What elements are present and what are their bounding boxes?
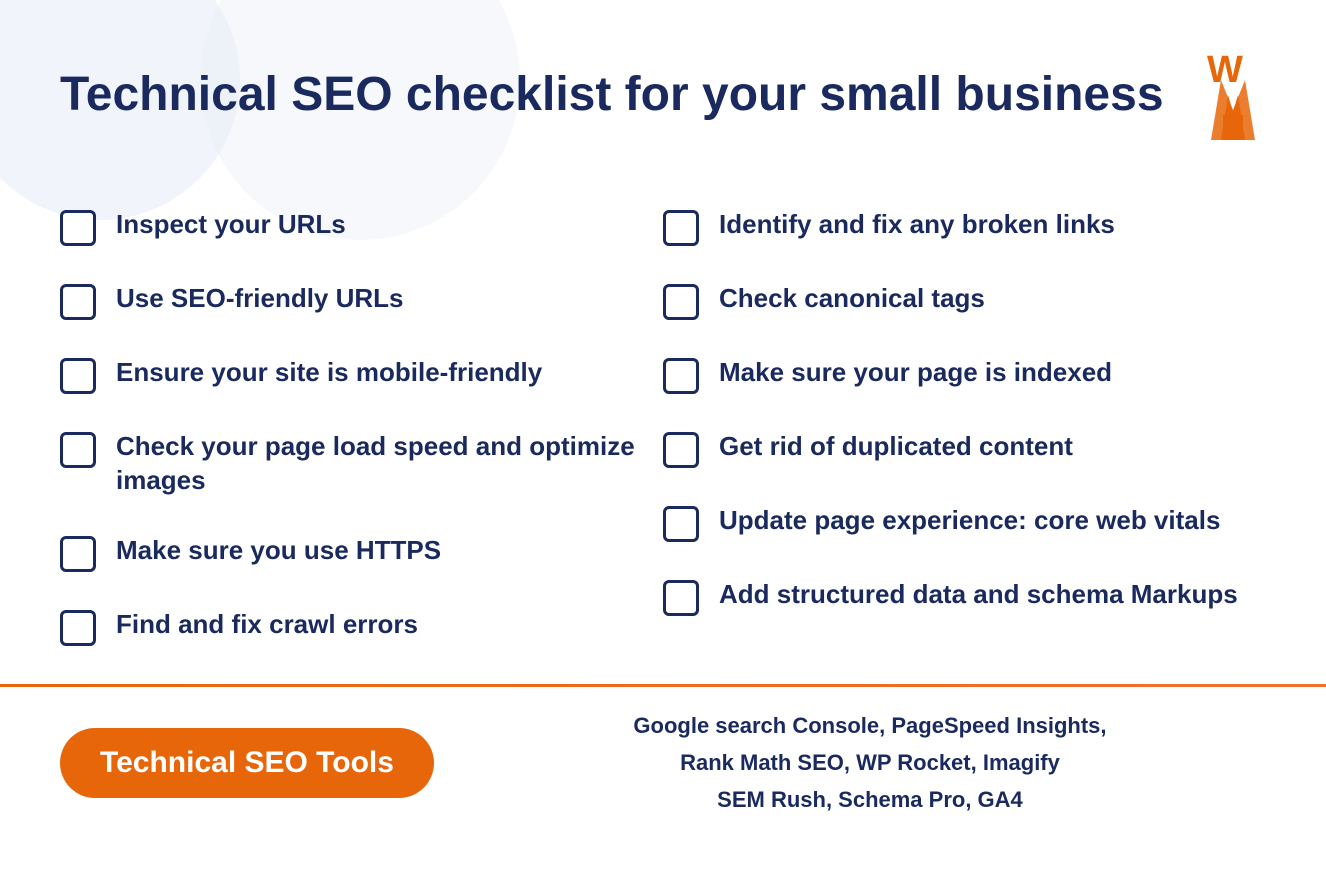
- checkbox-6[interactable]: [60, 610, 96, 646]
- item-text-7: Identify and fix any broken links: [719, 208, 1115, 242]
- list-item: Make sure your page is indexed: [663, 338, 1266, 412]
- list-item: Check your page load speed and optimize …: [60, 412, 663, 516]
- checkbox-4[interactable]: [60, 432, 96, 468]
- list-item: Find and fix crawl errors: [60, 590, 663, 664]
- checkbox-1[interactable]: [60, 210, 96, 246]
- w-logo-icon: W: [1201, 40, 1266, 150]
- checklist-right-column: Identify and fix any broken links Check …: [663, 190, 1266, 664]
- item-text-4: Check your page load speed and optimize …: [116, 430, 663, 498]
- list-item: Inspect your URLs: [60, 190, 663, 264]
- checklist-left-column: Inspect your URLs Use SEO-friendly URLs …: [60, 190, 663, 664]
- list-item: Get rid of duplicated content: [663, 412, 1266, 486]
- footer: Technical SEO Tools Google search Consol…: [0, 687, 1326, 839]
- tools-line-2: Rank Math SEO, WP Rocket, Imagify: [680, 750, 1060, 775]
- item-text-6: Find and fix crawl errors: [116, 608, 418, 642]
- list-item: Ensure your site is mobile-friendly: [60, 338, 663, 412]
- list-item: Add structured data and schema Markups: [663, 560, 1266, 634]
- list-item: Use SEO-friendly URLs: [60, 264, 663, 338]
- item-text-5: Make sure you use HTTPS: [116, 534, 441, 568]
- item-text-9: Make sure your page is indexed: [719, 356, 1112, 390]
- page-title: Technical SEO checklist for your small b…: [60, 66, 1164, 124]
- checkbox-7[interactable]: [663, 210, 699, 246]
- item-text-11: Update page experience: core web vitals: [719, 504, 1220, 538]
- checkbox-2[interactable]: [60, 284, 96, 320]
- checkbox-5[interactable]: [60, 536, 96, 572]
- item-text-8: Check canonical tags: [719, 282, 985, 316]
- item-text-1: Inspect your URLs: [116, 208, 346, 242]
- logo-container: W: [1201, 40, 1266, 150]
- item-text-10: Get rid of duplicated content: [719, 430, 1073, 464]
- checkbox-11[interactable]: [663, 506, 699, 542]
- list-item: Make sure you use HTTPS: [60, 516, 663, 590]
- tools-list: Google search Console, PageSpeed Insight…: [434, 707, 1266, 819]
- tools-line-1: Google search Console, PageSpeed Insight…: [633, 713, 1106, 738]
- item-text-12: Add structured data and schema Markups: [719, 578, 1238, 612]
- checkbox-8[interactable]: [663, 284, 699, 320]
- item-text-2: Use SEO-friendly URLs: [116, 282, 404, 316]
- main-container: Technical SEO checklist for your small b…: [0, 0, 1326, 664]
- checkbox-9[interactable]: [663, 358, 699, 394]
- list-item: Check canonical tags: [663, 264, 1266, 338]
- checklist-grid: Inspect your URLs Use SEO-friendly URLs …: [60, 190, 1266, 664]
- checkbox-10[interactable]: [663, 432, 699, 468]
- tools-badge: Technical SEO Tools: [60, 728, 434, 798]
- checkbox-12[interactable]: [663, 580, 699, 616]
- list-item: Identify and fix any broken links: [663, 190, 1266, 264]
- checkbox-3[interactable]: [60, 358, 96, 394]
- tools-line-3: SEM Rush, Schema Pro, GA4: [717, 787, 1023, 812]
- list-item: Update page experience: core web vitals: [663, 486, 1266, 560]
- header: Technical SEO checklist for your small b…: [60, 40, 1266, 150]
- item-text-3: Ensure your site is mobile-friendly: [116, 356, 542, 390]
- svg-text:W: W: [1207, 49, 1243, 91]
